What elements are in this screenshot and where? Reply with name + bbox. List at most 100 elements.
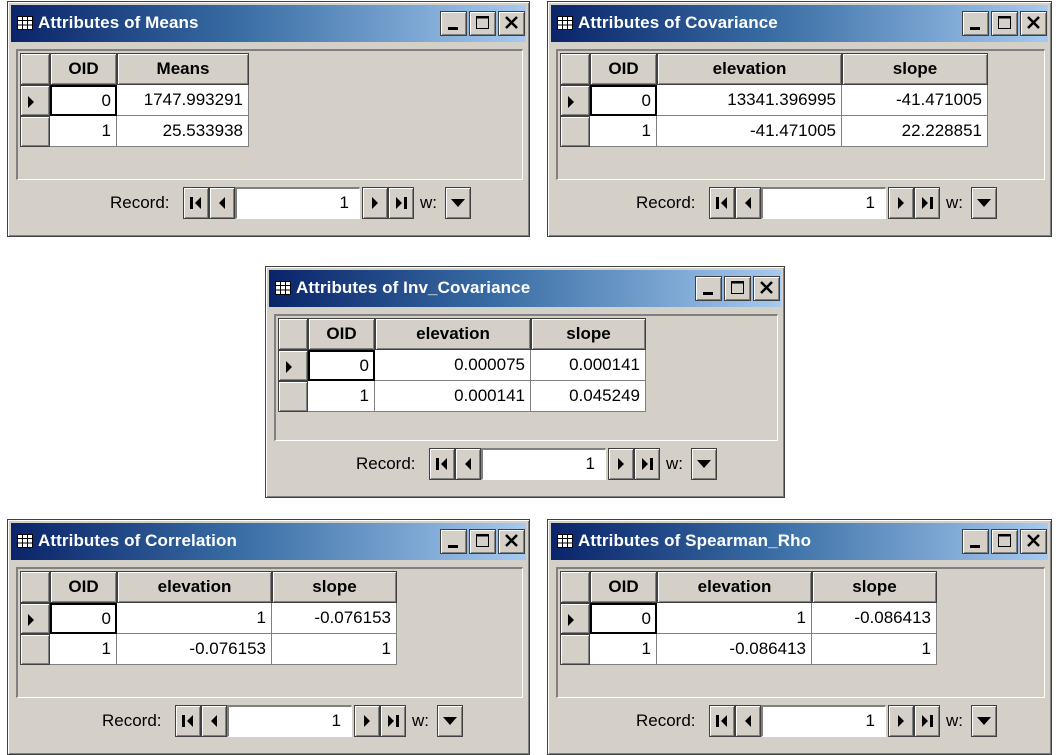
header-corner[interactable] <box>560 53 590 85</box>
table-cell-oid[interactable]: 1 <box>50 634 117 665</box>
last-record-button[interactable] <box>388 187 414 219</box>
show-dropdown-button[interactable] <box>437 705 463 737</box>
header-corner[interactable] <box>278 318 308 350</box>
table-cell-oid[interactable]: 1 <box>590 634 657 665</box>
next-record-button[interactable] <box>362 187 388 219</box>
maximize-button[interactable] <box>469 529 496 554</box>
header-corner[interactable] <box>20 571 50 603</box>
header-corner[interactable] <box>20 53 50 85</box>
minimize-button[interactable] <box>962 529 989 554</box>
minimize-button[interactable] <box>962 11 989 36</box>
table-cell-slope[interactable]: 0.000141 <box>531 350 646 381</box>
table-cell-oid[interactable]: 0 <box>590 603 657 634</box>
close-button[interactable] <box>1020 11 1047 36</box>
table-cell-slope[interactable]: 22.228851 <box>842 116 988 147</box>
table-cell-elevation[interactable]: 0.000075 <box>375 350 531 381</box>
table-cell-oid[interactable]: 1 <box>308 381 375 412</box>
table-cell-elevation[interactable]: -41.471005 <box>657 116 842 147</box>
table-cell-elevation[interactable]: 13341.396995 <box>657 85 842 116</box>
table-cell-elevation[interactable]: -0.086413 <box>657 634 812 665</box>
close-button[interactable] <box>498 529 525 554</box>
previous-record-button[interactable] <box>735 705 761 737</box>
record-number-input[interactable]: 1 <box>481 448 606 480</box>
next-record-button[interactable] <box>354 705 380 737</box>
next-record-button[interactable] <box>888 705 914 737</box>
record-number-input[interactable]: 1 <box>761 187 886 219</box>
column-header-slope[interactable]: slope <box>272 571 397 603</box>
close-button[interactable] <box>1020 529 1047 554</box>
first-record-button[interactable] <box>709 705 735 737</box>
last-record-button[interactable] <box>634 448 660 480</box>
table-cell-slope[interactable]: -0.076153 <box>272 603 397 634</box>
first-record-button[interactable] <box>709 187 735 219</box>
first-record-button[interactable] <box>429 448 455 480</box>
table-cell-elevation[interactable]: 0.000141 <box>375 381 531 412</box>
close-button[interactable] <box>498 11 525 36</box>
minimize-button[interactable] <box>440 11 467 36</box>
record-number-input[interactable]: 1 <box>227 705 352 737</box>
column-header-oid[interactable]: OID <box>590 571 657 603</box>
title-bar[interactable]: Attributes of Inv_Covariance <box>269 270 781 307</box>
table-cell-oid[interactable]: 1 <box>590 116 657 147</box>
maximize-button[interactable] <box>991 11 1018 36</box>
title-bar[interactable]: Attributes of Correlation <box>11 523 526 560</box>
row-selector[interactable] <box>20 634 50 665</box>
row-selector[interactable] <box>20 85 50 116</box>
row-selector[interactable] <box>560 85 590 116</box>
last-record-button[interactable] <box>380 705 406 737</box>
column-header-elevation[interactable]: elevation <box>117 571 272 603</box>
column-header-elevation[interactable]: elevation <box>375 318 531 350</box>
first-record-button[interactable] <box>175 705 201 737</box>
show-dropdown-button[interactable] <box>971 705 997 737</box>
table-cell-means[interactable]: 1747.993291 <box>117 85 249 116</box>
table-cell-oid[interactable]: 0 <box>50 85 117 116</box>
show-dropdown-button[interactable] <box>445 187 471 219</box>
column-header-oid[interactable]: OID <box>590 53 657 85</box>
maximize-button[interactable] <box>724 276 751 301</box>
table-cell-elevation[interactable]: 1 <box>117 603 272 634</box>
first-record-button[interactable] <box>183 187 209 219</box>
maximize-button[interactable] <box>469 11 496 36</box>
row-selector[interactable] <box>20 116 50 147</box>
header-corner[interactable] <box>560 571 590 603</box>
row-selector[interactable] <box>560 116 590 147</box>
next-record-button[interactable] <box>888 187 914 219</box>
column-header-oid[interactable]: OID <box>50 53 117 85</box>
table-cell-slope[interactable]: 1 <box>272 634 397 665</box>
previous-record-button[interactable] <box>209 187 235 219</box>
table-cell-slope[interactable]: -41.471005 <box>842 85 988 116</box>
table-cell-oid[interactable]: 0 <box>590 85 657 116</box>
column-header-elevation[interactable]: elevation <box>657 571 812 603</box>
column-header-slope[interactable]: slope <box>842 53 988 85</box>
previous-record-button[interactable] <box>735 187 761 219</box>
show-dropdown-button[interactable] <box>691 448 717 480</box>
column-header-slope[interactable]: slope <box>531 318 646 350</box>
row-selector[interactable] <box>560 634 590 665</box>
last-record-button[interactable] <box>914 187 940 219</box>
row-selector[interactable] <box>20 603 50 634</box>
column-header-oid[interactable]: OID <box>308 318 375 350</box>
column-header-elevation[interactable]: elevation <box>657 53 842 85</box>
minimize-button[interactable] <box>440 529 467 554</box>
table-cell-means[interactable]: 25.533938 <box>117 116 249 147</box>
maximize-button[interactable] <box>991 529 1018 554</box>
previous-record-button[interactable] <box>455 448 481 480</box>
column-header-oid[interactable]: OID <box>50 571 117 603</box>
table-cell-slope[interactable]: 1 <box>812 634 937 665</box>
record-number-input[interactable]: 1 <box>235 187 360 219</box>
table-cell-oid[interactable]: 0 <box>308 350 375 381</box>
column-header-slope[interactable]: slope <box>812 571 937 603</box>
table-cell-oid[interactable]: 0 <box>50 603 117 634</box>
title-bar[interactable]: Attributes of Spearman_Rho <box>551 523 1048 560</box>
title-bar[interactable]: Attributes of Covariance <box>551 5 1048 42</box>
title-bar[interactable]: Attributes of Means <box>11 5 526 42</box>
show-dropdown-button[interactable] <box>971 187 997 219</box>
next-record-button[interactable] <box>608 448 634 480</box>
last-record-button[interactable] <box>914 705 940 737</box>
close-button[interactable] <box>753 276 780 301</box>
previous-record-button[interactable] <box>201 705 227 737</box>
row-selector[interactable] <box>278 381 308 412</box>
record-number-input[interactable]: 1 <box>761 705 886 737</box>
minimize-button[interactable] <box>695 276 722 301</box>
column-header-means[interactable]: Means <box>117 53 249 85</box>
